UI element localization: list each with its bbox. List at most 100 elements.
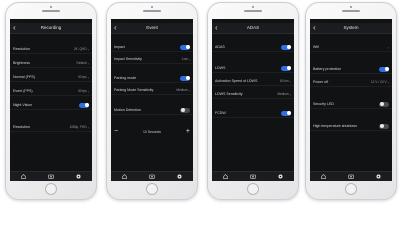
row-label: ADAS [215,45,225,49]
row-label: Event (FPS) [13,89,33,93]
row-label: Night Vision [13,103,33,107]
duration-stepper: − 10 Seconds + [111,127,193,136]
settings-icon[interactable] [75,174,81,180]
row-label: Brightness [13,61,30,65]
row-value: Medium › [176,87,190,93]
page-title: Event [146,25,158,30]
section-header [215,36,291,42]
adas-toggle[interactable] [281,44,291,50]
chevron-right-icon: › [387,79,389,85]
security-led-toggle[interactable] [379,101,389,107]
settings-icon[interactable] [375,174,381,180]
parking-mode-toggle[interactable] [180,75,190,81]
nav-bar: ‹ Event [111,23,193,34]
night-vision-toggle[interactable] [79,102,89,108]
stepper-value: 10 Seconds [143,129,161,134]
front-camera [252,6,254,8]
front-camera [350,6,352,8]
earpiece-speaker [342,10,360,12]
power-off-row[interactable]: Power off 12 V / 24 V › [310,78,392,87]
battery-protection-toggle[interactable] [379,66,389,72]
earpiece-speaker [244,10,262,12]
front-camera [151,6,153,8]
battery-protection-row: Battery protection [310,65,392,74]
resolution-row-2[interactable]: Resolution 1080p, FHD › [10,123,92,132]
section-header [313,89,389,95]
chevron-right-icon: › [387,44,389,50]
row-label: Motion Detection [114,108,141,112]
row-value: 1080p, FHD › [69,124,89,130]
motion-detection-toggle[interactable] [180,107,190,113]
night-vision-row: Night Vision [10,101,92,110]
decrement-button[interactable]: − [114,127,118,136]
chevron-right-icon: › [87,124,89,130]
ldws-row: LDWS [212,64,294,73]
row-label: LDWS [215,66,226,70]
section-header [114,36,190,42]
row-value: Default › [76,60,89,66]
row-label: Resolution [13,125,30,129]
row-label: LDWS Sensitivity [215,92,243,96]
system-screen: ‹ System Wifi › Battery protection Power… [310,19,392,181]
chevron-right-icon: › [87,74,89,80]
section-header [13,114,89,120]
tab-bar [10,171,92,181]
camera-icon[interactable] [149,174,155,180]
settings-icon[interactable] [277,174,283,180]
fcdw-toggle[interactable] [281,110,291,116]
home-button[interactable] [45,183,57,195]
impact-sensitivity-row[interactable]: Impact Sensitivity Low › [111,55,193,64]
ldws-toggle[interactable] [281,65,291,71]
motion-detection-row: Motion Detection [111,106,193,115]
row-label: FCDW [215,111,226,115]
home-icon[interactable] [21,174,27,180]
normal-fps-row[interactable]: Normal (FPS) 30 fps › [10,73,92,82]
fcdw-row: FCDW [212,109,294,118]
home-button[interactable] [146,183,158,195]
adas-row: ADAS [212,43,294,52]
ldws-sensitivity-row[interactable]: LDWS Sensitivity Medium › [212,90,294,99]
home-button[interactable] [247,183,259,195]
chevron-right-icon: › [289,91,291,97]
row-value: 30 fps › [77,88,89,94]
high-temp-shutdown-toggle[interactable] [379,123,389,129]
home-icon[interactable] [122,174,128,180]
ldws-speed-row[interactable]: Activation Speed of LDWS 60 km › [212,77,294,86]
chevron-right-icon: › [87,88,89,94]
resolution-row[interactable]: Resolution 2K, QHD › [10,45,92,54]
parking-sensitivity-row[interactable]: Parking Mode Sensitivity Medium › [111,86,193,95]
nav-bar: ‹ ADAS [212,23,294,34]
home-button[interactable] [345,183,357,195]
home-icon[interactable] [223,174,229,180]
section-header [114,116,190,122]
section-header [114,65,190,71]
chevron-right-icon: › [289,78,291,84]
row-label: Wifi [313,45,319,49]
row-value: 2K, QHD › [73,46,89,52]
increment-button[interactable]: + [186,127,190,136]
camera-icon[interactable] [48,174,54,180]
section-header [215,100,291,106]
brightness-row[interactable]: Brightness Default › [10,59,92,68]
high-temp-shutdown-row: High temperature shutdown [310,122,392,131]
chevron-right-icon: › [188,56,190,62]
earpiece-speaker [42,10,60,12]
impact-toggle[interactable] [180,44,190,50]
page-title: System [343,25,359,30]
row-label: Battery protection [313,67,342,71]
camera-icon[interactable] [250,174,256,180]
tab-bar [111,171,193,181]
row-value: 12 V / 24 V › [370,79,389,85]
earpiece-speaker [143,10,161,12]
row-value: 30 fps › [77,74,89,80]
row-label: Resolution [13,47,30,51]
section-header [215,120,291,126]
section-header [313,36,389,42]
chevron-right-icon: › [87,46,89,52]
event-fps-row[interactable]: Event (FPS) 30 fps › [10,87,92,96]
section-header [114,96,190,102]
wifi-row[interactable]: Wifi › [310,43,392,52]
settings-icon[interactable] [176,174,182,180]
home-icon[interactable] [321,174,327,180]
camera-icon[interactable] [348,174,354,180]
